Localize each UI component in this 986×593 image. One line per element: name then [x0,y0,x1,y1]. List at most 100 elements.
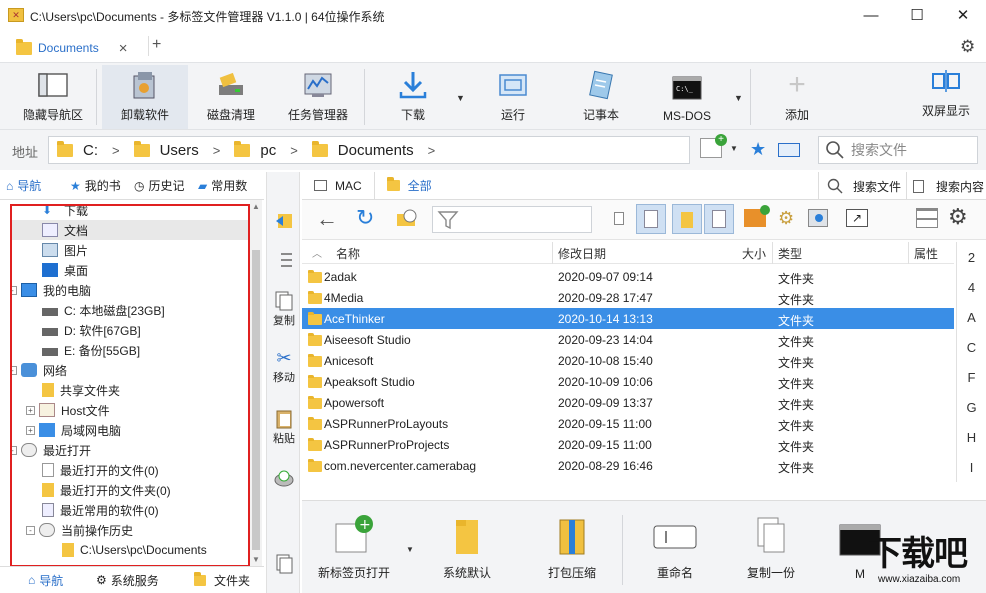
panel-layout-icon[interactable] [916,208,938,228]
tree-item-operation-history[interactable]: - 当前操作历史 [26,520,133,540]
settings-gear-icon[interactable]: ⚙ [778,208,794,229]
breadcrumb-chevron-icon[interactable]: > [102,143,130,158]
maximize-button[interactable]: ☐ [894,0,940,30]
file-row[interactable]: Anicesoft 2020-10-08 15:40 文件夹 [302,350,954,371]
index-letter[interactable]: A [957,302,986,332]
drive-clock-icon[interactable] [267,468,301,488]
tab-close-icon[interactable]: × [119,40,128,57]
minimize-button[interactable]: — [848,0,894,30]
toolbar-msdos-button[interactable]: C:\_ MS-DOS [650,65,724,129]
open-in-new-tab-button[interactable]: + 新标签页打开 [316,511,392,591]
index-letter[interactable]: G [957,392,986,422]
tree-item-network[interactable]: - 网络 [12,360,67,380]
toolbar-disk-clean-button[interactable]: 磁盘清理 [192,65,270,129]
breadcrumb-c[interactable]: C: [49,140,102,159]
file-row[interactable]: Apowersoft 2020-09-09 13:37 文件夹 [302,392,954,413]
new-folder-icon[interactable] [744,205,770,227]
tree-item-downloads[interactable]: ⬇ 下载 [42,206,88,220]
duplicate-button[interactable]: 复制一份 [736,511,806,591]
toolbar-task-manager-button[interactable]: 任务管理器 [278,65,358,129]
tree-item-documents[interactable]: 文档 [12,220,248,240]
breadcrumb-chevron-icon[interactable]: > [418,143,446,158]
tree-item-desktop[interactable]: 桌面 [42,260,88,280]
index-letter[interactable]: I [957,452,986,482]
toolbar-notepad-button[interactable]: 记事本 [564,65,638,129]
breadcrumb-users[interactable]: Users [130,140,203,159]
tree-item-pictures[interactable]: 图片 [42,240,88,260]
view-details-icon[interactable] [636,204,666,234]
gear-icon[interactable]: ⚙ [948,204,968,230]
paste-button[interactable]: 粘贴 [267,408,301,446]
index-letter[interactable]: 2 [957,242,986,272]
file-row[interactable]: 4Media 2020-09-28 17:47 文件夹 [302,287,954,308]
tree-item-drive-e[interactable]: E: 备份[55GB] [42,340,140,360]
add-favorite-icon[interactable]: + [700,134,727,158]
index-letter[interactable]: F [957,362,986,392]
back-arrow-folder-icon[interactable] [267,210,301,230]
move-button[interactable]: ✂ 移动 [267,348,301,385]
toolbar-download-button[interactable]: 下载 [378,65,448,129]
copy-button[interactable]: 复制 [267,290,301,328]
toolbar-dual-screen-button[interactable]: 双屏显示 [910,65,982,129]
bottom-tab-services[interactable]: ⚙ 系统服务 [90,572,180,589]
tree-item-recent-files[interactable]: 最近打开的文件(0) [42,460,159,480]
tab-all[interactable]: 全部 [375,172,444,200]
tab-frequent[interactable]: ▰ 常用数 [192,177,258,194]
tab-history[interactable]: ◷ 历史记 [128,177,192,194]
compress-button[interactable]: 打包压缩 [534,511,610,591]
toolbar-uninstall-button[interactable]: 卸载软件 [102,65,188,129]
collapse-icon[interactable]: - [12,365,17,375]
collapse-icon[interactable]: - [12,285,17,295]
msdos-dropdown-chevron-icon[interactable]: ▼ [734,93,743,103]
view-toggle-icon[interactable] [778,143,800,157]
settings-gear-icon[interactable]: ⚙ [960,37,975,57]
new-tab-button[interactable]: + [152,36,161,54]
tree-item-shared-folder[interactable]: 共享文件夹 [42,380,120,400]
download-dropdown-chevron-icon[interactable]: ▼ [456,93,465,103]
bottom-tab-nav[interactable]: ⌂ 导航 [0,572,90,589]
tab-nav[interactable]: ⌂ 导航 [0,177,64,194]
properties-icon[interactable] [808,209,828,227]
tab-bookmarks[interactable]: ★ 我的书 [64,177,128,194]
pages-icon[interactable] [267,552,301,574]
view-list-icon[interactable] [704,204,734,234]
bottom-tab-folders[interactable]: 文件夹 [180,571,264,589]
index-letter[interactable]: C [957,332,986,362]
file-row[interactable]: Apeaksoft Studio 2020-10-09 10:06 文件夹 [302,371,954,392]
column-size[interactable]: 大小 [742,245,766,262]
open-external-icon[interactable]: ↗ [846,209,868,227]
breadcrumb-chevron-icon[interactable]: > [203,143,231,158]
breadcrumb-chevron-icon[interactable]: > [280,143,308,158]
index-letter[interactable]: 4 [957,272,986,302]
back-arrow-icon[interactable]: ← [316,206,338,232]
file-row[interactable]: Aiseesoft Studio 2020-09-23 14:04 文件夹 [302,329,954,350]
column-type[interactable]: 类型 [778,245,802,262]
view-folder-icon[interactable] [672,204,702,234]
refresh-icon[interactable]: ↻ [356,205,374,231]
toolbar-add-button[interactable]: + 添加 [764,65,830,129]
favorite-dropdown-chevron-icon[interactable]: ▼ [730,144,738,153]
breadcrumb-documents[interactable]: Documents [308,140,418,159]
file-row[interactable]: com.nevercenter.camerabag 2020-08-29 16:4… [302,455,954,476]
tree-item-my-computer[interactable]: - 我的电脑 [12,280,91,300]
folder-history-icon[interactable] [396,208,418,228]
tab-mac[interactable]: MAC [302,171,375,200]
collapse-icon[interactable]: - [12,445,17,455]
expand-icon[interactable]: + [26,405,35,415]
tree-item-recent[interactable]: - 最近打开 [12,440,91,460]
tree-item-drive-d[interactable]: D: 软件[67GB] [42,320,141,340]
tree-item-history-path[interactable]: C:\Users\pc\Documents [62,540,207,560]
breadcrumb-pc[interactable]: pc [230,140,280,159]
pin-star-icon[interactable]: ★ [750,139,766,160]
expand-icon[interactable]: + [26,425,35,435]
file-row[interactable]: ASPRunnerProLayouts 2020-09-15 11:00 文件夹 [302,413,954,434]
index-letter[interactable]: H [957,422,986,452]
search-content-button[interactable]: 搜索内容 [906,172,984,200]
sort-asc-icon[interactable]: ︿ [312,245,322,260]
search-file-button[interactable]: 搜索文件 [818,172,901,200]
tree-item-recent-folders[interactable]: 最近打开的文件夹(0) [42,480,171,500]
address-path-box[interactable]: C: > Users > pc > Documents > [48,136,690,164]
list-check-icon[interactable] [267,250,301,270]
tab-documents[interactable]: Documents × [8,34,140,62]
open-tab-dropdown-chevron-icon[interactable]: ▼ [406,545,414,554]
